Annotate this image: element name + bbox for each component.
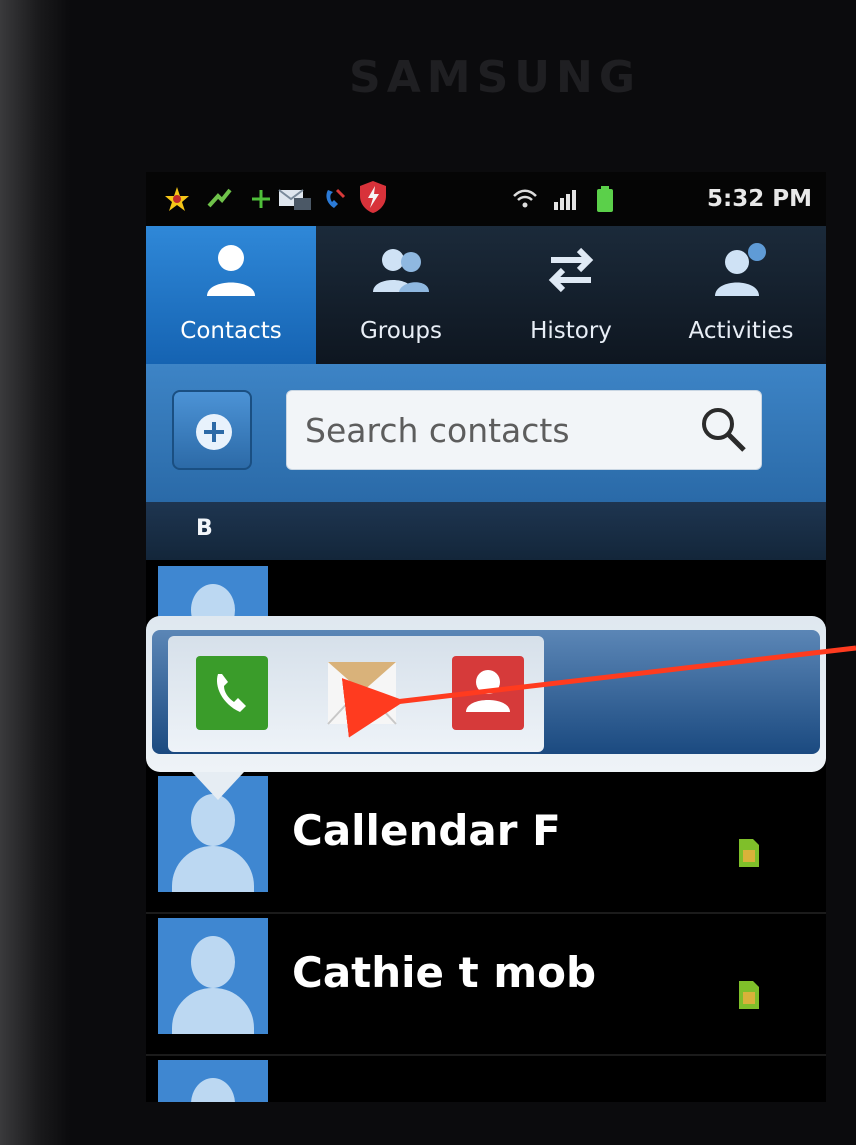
annotation-arrow <box>341 645 856 738</box>
